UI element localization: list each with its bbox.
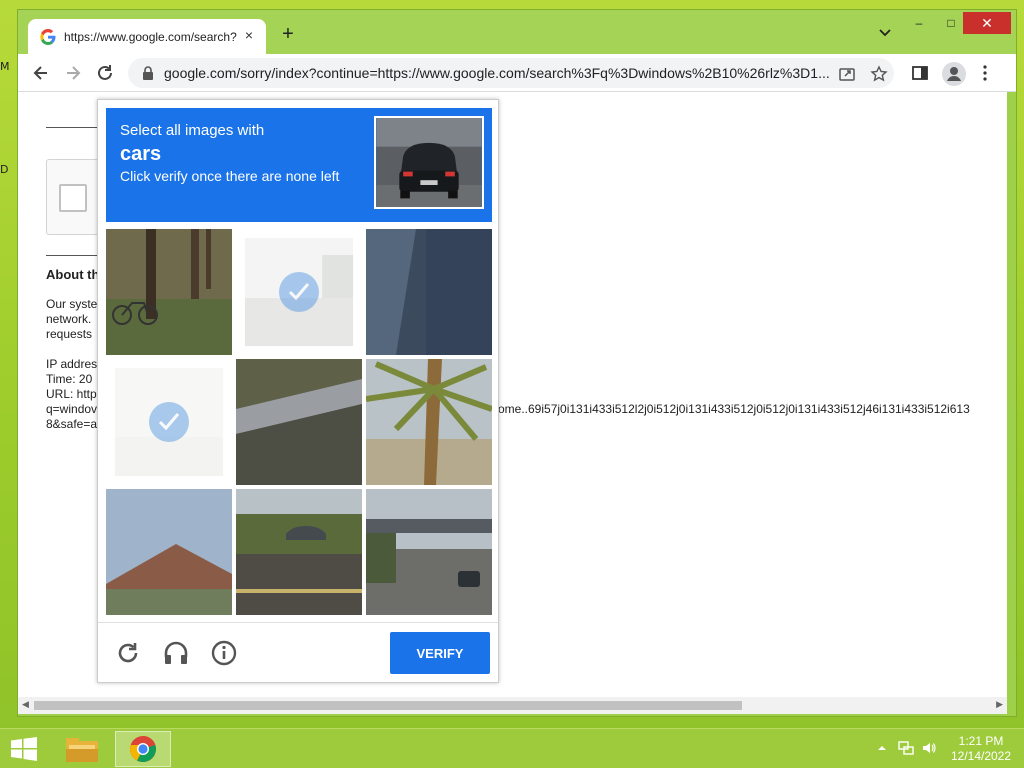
image-tile[interactable] <box>366 489 492 615</box>
image-tile-selected[interactable] <box>236 229 362 355</box>
maximize-button[interactable]: □ <box>936 12 966 34</box>
tile-image <box>236 489 362 615</box>
clock-time: 1:21 PM <box>958 734 1004 748</box>
tab-title: https://www.google.com/search? <box>64 29 237 44</box>
clock-date: 12/14/2022 <box>950 749 1012 763</box>
image-tile[interactable] <box>106 229 232 355</box>
url-query-text: 8&safe=a <box>46 417 98 431</box>
minimize-button[interactable]: – <box>904 12 934 34</box>
lock-icon[interactable] <box>142 66 154 80</box>
tile-image <box>366 229 492 355</box>
checkmark-icon <box>149 402 189 442</box>
tile-image <box>366 359 492 485</box>
chevron-down-icon[interactable] <box>876 26 894 40</box>
body-text: network. <box>46 312 92 326</box>
reload-icon[interactable] <box>115 640 141 666</box>
time-text: Time: 20 <box>46 372 93 386</box>
scroll-left-arrow-icon[interactable]: ◀ <box>22 699 29 710</box>
image-tile[interactable] <box>366 229 492 355</box>
recaptcha-challenge: Select all images with cars Click verify… <box>97 99 499 683</box>
share-icon[interactable] <box>838 65 856 83</box>
tile-image <box>366 489 492 615</box>
network-icon[interactable] <box>898 741 914 755</box>
address-text[interactable]: google.com/sorry/index?continue=https://… <box>164 65 834 81</box>
title-bar: https://www.google.com/search? × + – □ ✕ <box>18 10 1016 54</box>
back-arrow-icon[interactable] <box>30 62 52 84</box>
forward-arrow-icon[interactable] <box>62 62 84 84</box>
chrome-icon <box>130 736 156 763</box>
close-window-button[interactable]: ✕ <box>963 12 1011 34</box>
verify-button[interactable]: VERIFY <box>390 632 490 674</box>
menu-dots-icon[interactable] <box>976 64 994 82</box>
headphones-icon[interactable] <box>163 640 189 666</box>
url-query-tail: ome..69i57j0i131i433i512l2j0i512j0i131i4… <box>498 402 970 416</box>
file-explorer-button[interactable] <box>54 731 110 767</box>
url-query-text: q=windov <box>46 402 98 416</box>
volume-icon[interactable] <box>922 741 936 755</box>
windows-start-icon[interactable] <box>10 737 38 761</box>
scroll-right-arrow-icon[interactable]: ▶ <box>996 699 1003 710</box>
tab-close-button[interactable]: × <box>240 27 258 43</box>
ip-address-text: IP addres <box>46 357 98 371</box>
folder-icon <box>66 738 98 762</box>
image-tile[interactable] <box>106 489 232 615</box>
sample-car-image <box>374 116 484 209</box>
info-icon[interactable] <box>211 640 237 666</box>
chrome-taskbar-button[interactable] <box>115 731 171 767</box>
image-tile[interactable] <box>236 359 362 485</box>
side-panel-icon[interactable] <box>911 64 929 82</box>
tile-image <box>236 359 362 485</box>
page-heading: About th <box>46 267 100 282</box>
body-text: Our syste <box>46 297 98 311</box>
url-text: URL: http <box>46 387 97 401</box>
body-text: requests <box>46 327 93 341</box>
taskbar: 1:21 PM 12/14/2022 <box>0 728 1024 768</box>
scrollbar-thumb[interactable] <box>34 701 742 710</box>
tile-image <box>106 229 232 355</box>
star-icon[interactable] <box>870 65 888 83</box>
checkmark-icon <box>279 272 319 312</box>
recaptcha-checkbox[interactable] <box>59 184 87 212</box>
desktop-icon-label: D <box>0 163 9 176</box>
image-tile-selected[interactable] <box>106 359 232 485</box>
image-grid <box>106 229 492 615</box>
horizontal-scrollbar[interactable]: ◀ ▶ <box>18 697 1007 714</box>
tile-image <box>106 489 232 615</box>
browser-tab[interactable]: https://www.google.com/search? × <box>28 19 266 54</box>
challenge-header: Select all images with cars Click verify… <box>106 108 492 222</box>
image-tile[interactable] <box>366 359 492 485</box>
address-bar[interactable]: google.com/sorry/index?continue=https://… <box>128 58 894 88</box>
system-clock[interactable]: 1:21 PM 12/14/2022 <box>944 734 1018 764</box>
desktop-icon-label: M <box>0 60 10 73</box>
challenge-footer: VERIFY <box>98 622 498 684</box>
google-favicon-icon <box>40 28 56 45</box>
show-hidden-icons-icon[interactable] <box>875 741 889 755</box>
reload-icon[interactable] <box>94 62 116 84</box>
image-tile[interactable] <box>236 489 362 615</box>
new-tab-button[interactable]: + <box>276 24 300 44</box>
browser-toolbar: google.com/sorry/index?continue=https://… <box>18 54 1016 92</box>
profile-avatar-icon[interactable] <box>942 62 966 86</box>
